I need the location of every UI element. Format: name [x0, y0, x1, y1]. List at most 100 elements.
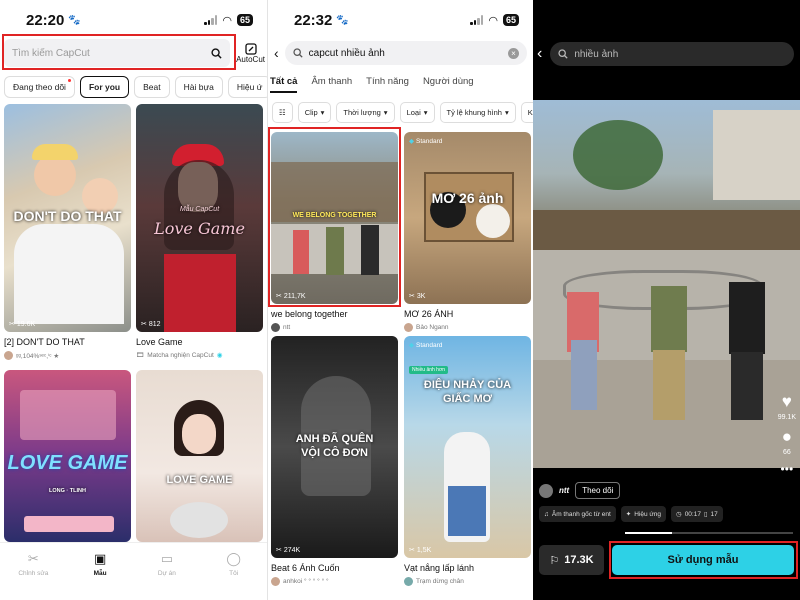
filter-type[interactable]: Loại ▾: [399, 102, 435, 123]
comment-icon: ●: [781, 427, 792, 446]
avatar: [4, 351, 13, 360]
tab-audio[interactable]: Âm thanh: [311, 76, 352, 93]
more-button[interactable]: •••: [781, 462, 794, 476]
template-icon: 🎞: [136, 352, 145, 359]
usage-count: ✂ 274K: [276, 546, 301, 555]
tab-templates[interactable]: ▣ Mẫu: [75, 551, 125, 600]
photo-count-icon: ▯: [703, 511, 708, 518]
status-bar: 22:20 🐾 ◠ 65: [0, 0, 267, 40]
tab-users[interactable]: Người dùng: [423, 76, 474, 93]
playback-progress[interactable]: [625, 532, 793, 534]
tab-all[interactable]: Tất cả: [270, 76, 298, 93]
thumbnail-overlay-text: ĐIỆU NHẢY CỦA GIẤC MƠ: [423, 379, 512, 405]
category-chips: Đang theo dõi For you Beat Hài bựa Hiệu …: [4, 76, 267, 98]
template-author: anhkoi ° ° ° ° ° °: [271, 577, 398, 586]
side-actions: ♥ 99.1K ● 66 •••: [778, 392, 796, 476]
author-name[interactable]: ntt: [559, 486, 569, 495]
capcut-home-screen: 22:20 🐾 ◠ 65 Tìm kiếm CapCut AutoCut Đang…: [0, 0, 267, 600]
music-icon: ♫: [544, 510, 549, 518]
template-card[interactable]: ◆ Standard MƠ 26 ảnh ✂ 3K MƠ 26 ẢNH Bảo Ng…: [404, 132, 531, 332]
notification-dot: [67, 79, 71, 82]
template-title: Love Game: [136, 337, 183, 347]
status-time: 22:20 🐾: [26, 11, 81, 29]
result-tabs: Tất cả Âm thanh Tính năng Người dùng: [270, 76, 474, 93]
search-placeholder: nhiều ảnh: [574, 48, 619, 60]
template-card[interactable]: ◆ Standard Nhiều ảnh hơn ĐIỆU NHẢY CỦA GI…: [404, 336, 531, 586]
search-input[interactable]: capcut nhiều ảnh ×: [284, 41, 527, 65]
thumbnail-overlay-text: Love Game: [154, 219, 245, 238]
filter-more[interactable]: Kiể: [520, 102, 533, 123]
search-input[interactable]: nhiều ảnh: [550, 42, 794, 66]
clear-icon[interactable]: ×: [508, 47, 519, 59]
back-arrow-icon[interactable]: ‹: [274, 45, 279, 61]
video-preview[interactable]: [533, 100, 800, 468]
thumbnail-overlay-text: DON'T DO THAT: [13, 208, 122, 224]
standard-badge: ◆ Standard: [409, 341, 443, 350]
filter-clip[interactable]: Clip ▾: [297, 102, 332, 123]
autocut-label: AutoCut: [236, 54, 265, 64]
usage-count: ✂ 812: [141, 320, 161, 329]
chip-following[interactable]: Đang theo dõi: [4, 76, 75, 98]
use-template-button[interactable]: Sử dụng mẫu: [612, 545, 794, 575]
template-thumbnail: DON'T DO THAT ✂ 19.6K: [4, 104, 131, 332]
filter-row: ☷ Clip ▾ Thời lượng ▾ Loại ▾ Tỷ lệ khung hì…: [272, 102, 533, 123]
thumbnail-overlay-text: MƠ 26 ảnh: [431, 190, 504, 206]
template-card[interactable]: ANH ĐÃ QUÊN VỘI CÔ ĐƠN ✂ 274K Beat 6 Ảnh …: [271, 336, 398, 586]
back-arrow-icon[interactable]: ‹: [537, 45, 542, 63]
template-card[interactable]: LOVE GAME: [136, 370, 263, 542]
template-card[interactable]: Mẫu CapCut Love Game ✂ 812 Love Game 🎞 Mat…: [136, 104, 263, 359]
paw-icon: 🐾: [336, 14, 349, 26]
like-button[interactable]: ♥ 99.1K: [778, 392, 796, 421]
filter-aspect-ratio[interactable]: Tỷ lệ khung hình ▾: [439, 102, 516, 123]
chip-beat[interactable]: Beat: [134, 76, 170, 98]
template-title: MƠ 26 ẢNH: [404, 309, 454, 319]
autocut-button[interactable]: AutoCut: [236, 42, 265, 64]
effects-chip[interactable]: ✦ Hiệu ứng: [620, 506, 667, 522]
template-thumbnail: ANH ĐÃ QUÊN VỘI CÔ ĐƠN ✂ 274K: [271, 336, 398, 558]
tab-profile[interactable]: ◯ Tôi: [209, 551, 259, 600]
avatar[interactable]: [539, 483, 553, 498]
chip-for-you[interactable]: For you: [79, 76, 130, 98]
follow-button[interactable]: Theo dõi: [575, 482, 621, 499]
save-button[interactable]: ⚐ 17.3K: [539, 545, 604, 575]
usage-count: ✂ 1,5K: [409, 546, 432, 555]
comment-button[interactable]: ● 66: [782, 427, 792, 456]
bottom-tab-bar: ✂ Chỉnh sửa ▣ Mẫu ▭ Dự án ◯ Tôi: [0, 542, 267, 600]
tab-edit[interactable]: ✂ Chỉnh sửa: [8, 551, 58, 600]
wifi-icon: ◠: [222, 14, 232, 27]
heart-icon: ♥: [781, 392, 792, 411]
meta-row: ♫ Âm thanh gốc từ ent ✦ Hiệu ứng ◷ 00:17 ▯ 17: [539, 506, 723, 522]
tab-features[interactable]: Tính năng: [366, 76, 409, 93]
chip-funny[interactable]: Hài bựa: [174, 76, 223, 98]
thumbnail-overlay-text: LOVE GAME: [7, 452, 128, 474]
progress-fill: [625, 532, 673, 534]
template-title: [2] DON'T DO THAT: [4, 337, 85, 347]
original-audio-chip[interactable]: ♫ Âm thanh gốc từ ent: [539, 506, 616, 522]
chevron-down-icon: ▾: [423, 108, 428, 117]
bottom-actions: ⚐ 17.3K Sử dụng mẫu: [539, 545, 794, 575]
template-card[interactable]: DON'T DO THAT ✂ 19.6K [2] DON'T DO THAT ᵍ…: [4, 104, 131, 360]
search-row: Tìm kiếm CapCut AutoCut: [4, 36, 265, 70]
cut-icon: ✂: [9, 321, 15, 328]
search-icon: [293, 48, 303, 58]
filter-settings-button[interactable]: ☷: [272, 102, 293, 123]
template-title: Vạt nắng lấp lánh: [404, 563, 475, 573]
tab-projects[interactable]: ▭ Dự án: [142, 551, 192, 600]
template-card[interactable]: WE BELONG TOGETHER ✂ 211,7K we belong tog…: [271, 132, 398, 332]
template-thumbnail: Mẫu CapCut Love Game ✂ 812: [136, 104, 263, 332]
chip-effects[interactable]: Hiệu ứ: [227, 76, 267, 98]
thumbnail-overlay-text: WE BELONG TOGETHER: [292, 212, 377, 219]
status-bar: 22:32 🐾 ◠ 65: [268, 0, 533, 40]
search-query: capcut nhiều ảnh: [308, 47, 385, 59]
diamond-icon: ◆: [409, 138, 414, 145]
search-input[interactable]: Tìm kiếm CapCut: [4, 39, 231, 67]
search-placeholder: Tìm kiếm CapCut: [12, 47, 90, 59]
thumbnail-overlay-subtext: LONG · TLINH: [49, 488, 86, 494]
search-icon: [558, 49, 568, 59]
template-card[interactable]: LOVE GAME LONG · TLINH: [4, 370, 131, 542]
thumbnail-overlay-subtext: Mẫu CapCut: [179, 206, 220, 213]
folder-icon: ▭: [160, 551, 174, 566]
filter-duration[interactable]: Thời lượng ▾: [336, 102, 395, 123]
cut-icon: ✂: [409, 547, 415, 554]
chevron-down-icon: ▾: [320, 108, 325, 117]
